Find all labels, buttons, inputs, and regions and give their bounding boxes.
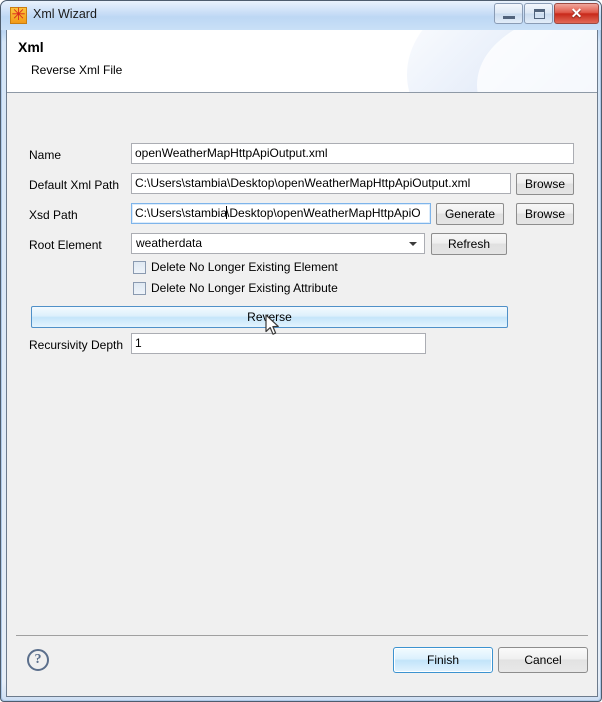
help-icon[interactable]: ?: [27, 649, 49, 671]
xsd-path-value-before-caret: C:\Users\stambia: [135, 206, 228, 220]
minimize-button[interactable]: [494, 3, 523, 24]
stambia-star-glyph: ✳: [11, 5, 26, 25]
page-subtitle: Reverse Xml File: [31, 63, 123, 77]
delete-attribute-checkbox[interactable]: [133, 281, 146, 295]
reverse-button[interactable]: Reverse: [31, 306, 508, 328]
root-element-refresh-button[interactable]: Refresh: [431, 233, 507, 255]
name-label: Name: [29, 148, 62, 162]
default-xml-path-label: Default Xml Path: [29, 178, 120, 192]
page-title: Xml: [18, 39, 44, 55]
window-controls: ✕: [493, 3, 599, 25]
stambia-logo-icon: ✳: [10, 7, 27, 24]
delete-element-checkbox[interactable]: [133, 260, 146, 274]
delete-element-checkbox-label: Delete No Longer Existing Element: [151, 260, 338, 274]
footer-separator: [16, 635, 588, 636]
wizard-banner: Xml Reverse Xml File: [7, 30, 597, 93]
finish-button[interactable]: Finish: [393, 647, 493, 673]
maximize-icon: [534, 9, 545, 19]
recursivity-depth-input[interactable]: 1: [131, 333, 426, 354]
xml-wizard-window: ✳ Xml Wizard ✕ Xml Reverse Xml File Name…: [0, 0, 602, 702]
xsd-path-label: Xsd Path: [29, 208, 78, 222]
name-input[interactable]: openWeatherMapHttpApiOutput.xml: [131, 143, 574, 164]
minimize-icon: [503, 16, 515, 19]
xsd-path-generate-button[interactable]: Generate: [436, 203, 504, 225]
chevron-down-icon: [409, 242, 417, 246]
delete-attribute-checkbox-label: Delete No Longer Existing Attribute: [151, 281, 338, 295]
default-xml-path-input[interactable]: C:\Users\stambia\Desktop\openWeatherMapH…: [131, 173, 511, 194]
xsd-path-value-after-caret: \Desktop\openWeatherMapHttpApiO: [226, 206, 421, 220]
root-element-value: weatherdata: [136, 236, 203, 250]
title-bar[interactable]: ✳ Xml Wizard ✕: [1, 1, 601, 30]
window-title: Xml Wizard: [33, 7, 97, 21]
delete-element-checkbox-row[interactable]: Delete No Longer Existing Element: [133, 260, 338, 274]
form-area: Name openWeatherMapHttpApiOutput.xml Def…: [7, 94, 597, 635]
root-element-label: Root Element: [29, 238, 102, 252]
cancel-button[interactable]: Cancel: [498, 647, 588, 673]
delete-attribute-checkbox-row[interactable]: Delete No Longer Existing Attribute: [133, 281, 338, 295]
xsd-path-browse-button[interactable]: Browse: [516, 203, 574, 225]
recursivity-depth-label: Recursivity Depth: [29, 338, 124, 352]
maximize-button[interactable]: [524, 3, 553, 24]
dialog-footer: ? Finish Cancel: [7, 635, 597, 695]
close-icon: ✕: [570, 5, 583, 21]
close-button[interactable]: ✕: [554, 3, 599, 24]
dialog-body: Xml Reverse Xml File Name openWeatherMap…: [6, 30, 598, 697]
default-xml-path-browse-button[interactable]: Browse: [516, 173, 574, 195]
xsd-path-input[interactable]: C:\Users\stambia\Desktop\openWeatherMapH…: [131, 203, 431, 224]
root-element-select[interactable]: weatherdata: [131, 233, 425, 254]
